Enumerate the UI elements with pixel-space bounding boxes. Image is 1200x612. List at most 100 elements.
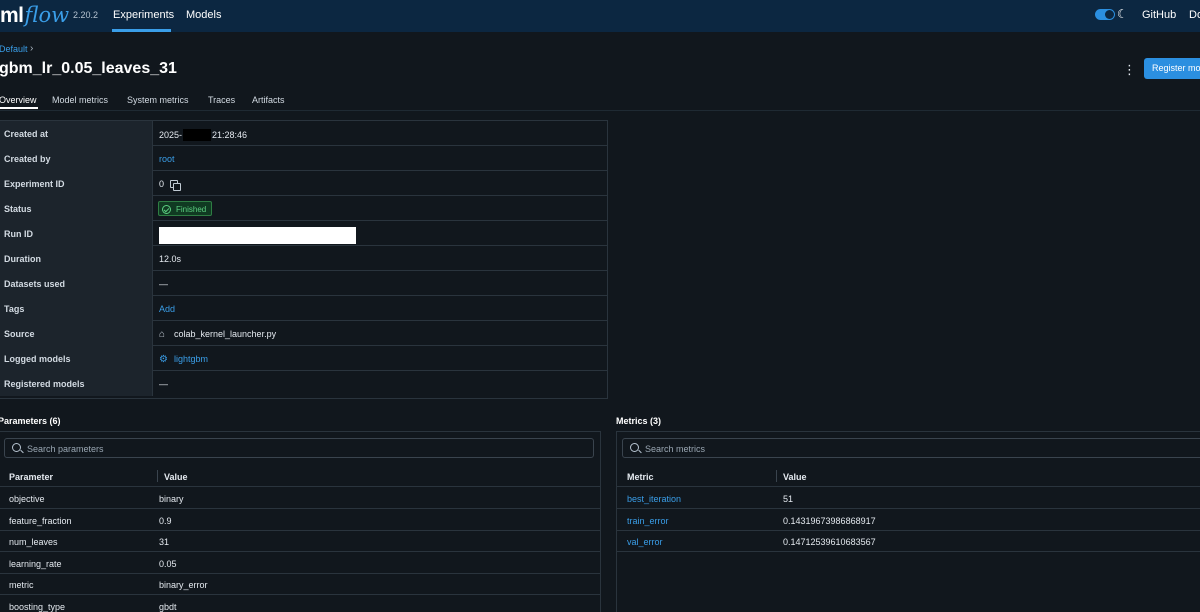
- parameter-name: objective: [9, 494, 45, 504]
- model-icon: ⚙: [159, 354, 168, 365]
- detail-row-registered-models: Registered models —: [0, 371, 607, 396]
- detail-row-created-at: Created at 2025- 21:28:46: [0, 121, 607, 146]
- metric-name[interactable]: best_iteration: [627, 494, 681, 504]
- source-text: colab_kernel_launcher.py: [174, 329, 277, 339]
- column-divider[interactable]: [776, 470, 777, 482]
- detail-label: Created by: [0, 146, 153, 171]
- metric-value: 0.14712539610683567: [783, 537, 876, 547]
- run-id-redaction: [159, 227, 356, 244]
- version-label: 2.20.2: [73, 10, 99, 20]
- parameters-table-header: Parameter Value: [0, 465, 600, 487]
- detail-label: Datasets used: [0, 271, 153, 296]
- copy-icon[interactable]: [170, 180, 182, 191]
- tab-system-metrics[interactable]: System metrics: [127, 95, 189, 105]
- logo-flow-text: flow: [24, 3, 70, 27]
- metrics-search-input[interactable]: [645, 442, 1175, 455]
- table-row: train_error 0.14319673986868917: [617, 510, 1200, 531]
- col-header-value[interactable]: Value: [783, 472, 807, 482]
- moon-icon: ☾: [1117, 7, 1128, 21]
- mlflow-logo[interactable]: ml flow: [0, 1, 69, 29]
- breadcrumb-default[interactable]: Default: [0, 44, 28, 54]
- detail-row-status: Status Finished: [0, 196, 607, 221]
- metrics-title: Metrics (3): [616, 416, 662, 426]
- col-header-metric[interactable]: Metric: [627, 472, 654, 482]
- detail-label: Duration: [0, 246, 153, 271]
- source-value[interactable]: ⌂ colab_kernel_launcher.py: [159, 329, 276, 340]
- parameter-name: feature_fraction: [9, 515, 72, 526]
- created-at-time: 21:28:46: [212, 130, 248, 140]
- logged-model-link[interactable]: ⚙ lightgbm: [159, 354, 208, 365]
- created-by-link[interactable]: root: [159, 154, 175, 164]
- detail-label: Registered models: [0, 371, 153, 396]
- detail-row-source: Source ⌂ colab_kernel_launcher.py: [0, 321, 607, 346]
- metric-name[interactable]: train_error: [627, 516, 669, 526]
- experiment-id-text: 0: [159, 179, 165, 189]
- metric-value: 51: [783, 494, 794, 504]
- tab-model-metrics[interactable]: Model metrics: [52, 95, 108, 105]
- parameter-value: binary: [159, 494, 184, 504]
- metrics-search[interactable]: [622, 438, 1200, 458]
- parameter-value: 0.9: [159, 515, 172, 526]
- table-row: boosting_type gbdt: [0, 596, 600, 612]
- redaction-box: [183, 129, 212, 141]
- tabs-divider: [0, 110, 1200, 111]
- parameters-search-input[interactable]: [27, 442, 557, 455]
- detail-row-datasets-used: Datasets used —: [0, 271, 607, 296]
- col-header-parameter[interactable]: Parameter: [9, 472, 53, 482]
- detail-row-logged-models: Logged models ⚙ lightgbm: [0, 346, 607, 371]
- detail-row-duration: Duration 12.0s: [0, 246, 607, 271]
- search-icon: [630, 443, 639, 452]
- experiment-id-value: 0: [159, 179, 182, 191]
- add-tag-link[interactable]: Add: [159, 304, 175, 314]
- logged-model-text: lightgbm: [174, 354, 209, 364]
- detail-row-run-id: Run ID: [0, 221, 607, 246]
- parameter-name: num_leaves: [9, 537, 58, 547]
- created-at-value: 2025- 21:28:46: [159, 129, 247, 141]
- table-row: best_iteration 51: [617, 488, 1200, 509]
- table-row: learning_rate 0.05: [0, 553, 600, 574]
- col-header-value[interactable]: Value: [164, 472, 188, 482]
- table-row: metric binary_error: [0, 574, 600, 595]
- parameter-value: 0.05: [159, 558, 177, 569]
- parameters-search[interactable]: [4, 438, 594, 458]
- duration-value: 12.0s: [159, 254, 182, 264]
- nav-experiments[interactable]: Experiments: [113, 9, 174, 21]
- detail-label: Created at: [0, 121, 153, 146]
- nav-models[interactable]: Models: [186, 9, 221, 21]
- more-options-icon[interactable]: ⋮: [1123, 62, 1136, 78]
- run-details-table: Created at 2025- 21:28:46 Created by root…: [0, 120, 608, 399]
- tab-artifacts[interactable]: Artifacts: [252, 95, 285, 105]
- register-model-button[interactable]: Register mo: [1144, 58, 1200, 79]
- metric-name[interactable]: val_error: [627, 537, 663, 547]
- parameters-title: Parameters (6): [0, 416, 61, 426]
- tab-overview[interactable]: Overview: [0, 95, 37, 105]
- nav-github[interactable]: GitHub: [1142, 9, 1176, 21]
- check-circle-icon: [162, 205, 171, 214]
- metrics-table-header: Metric Value: [617, 465, 1200, 487]
- breadcrumb-separator: ›: [30, 43, 34, 54]
- detail-label: Tags: [0, 296, 153, 321]
- table-row: feature_fraction 0.9: [0, 510, 600, 531]
- detail-label: Status: [0, 196, 153, 221]
- detail-row-created-by: Created by root: [0, 146, 607, 171]
- status-badge: Finished: [158, 201, 213, 216]
- detail-row-tags: Tags Add: [0, 296, 607, 321]
- metrics-panel: Metric Value best_iteration 51 train_error…: [616, 431, 1200, 612]
- metric-value: 0.14319673986868917: [783, 515, 876, 526]
- parameter-name: boosting_type: [9, 601, 66, 612]
- notebook-icon: ⌂: [159, 329, 166, 340]
- theme-toggle[interactable]: [1095, 9, 1115, 20]
- search-icon: [12, 443, 21, 452]
- column-divider[interactable]: [157, 470, 158, 482]
- table-row: objective binary: [0, 488, 600, 509]
- nav-active-indicator: [112, 29, 171, 32]
- detail-label: Run ID: [0, 221, 153, 246]
- table-row: num_leaves 31: [0, 531, 600, 552]
- top-nav: ml flow 2.20.2 Experiments Models ☾ GitH…: [0, 0, 1200, 32]
- parameter-value: gbdt: [159, 601, 177, 612]
- datasets-used-value: —: [159, 279, 168, 289]
- tab-traces[interactable]: Traces: [208, 95, 235, 105]
- nav-docs[interactable]: Do: [1189, 9, 1200, 21]
- detail-label: Source: [0, 321, 153, 346]
- detail-row-experiment-id: Experiment ID 0: [0, 171, 607, 196]
